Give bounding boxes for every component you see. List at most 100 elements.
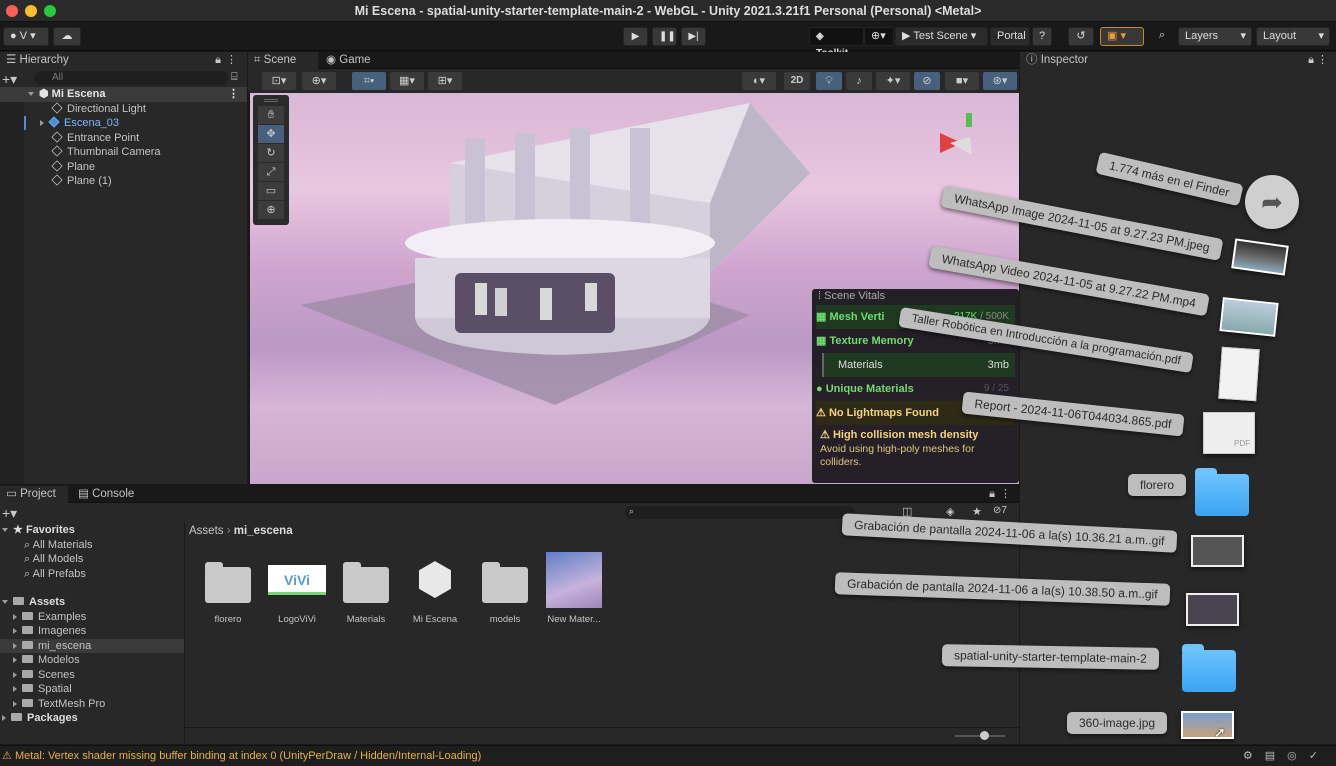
panorama-thumbnail[interactable] bbox=[1181, 711, 1234, 739]
tree-favorite-item[interactable]: ⌕ All Prefabs bbox=[0, 567, 184, 582]
grid-snap-dropdown[interactable]: ⌗▾ bbox=[352, 72, 386, 90]
video-thumbnail[interactable] bbox=[1219, 297, 1279, 337]
expand-icon[interactable] bbox=[13, 642, 17, 649]
breadcrumb-current[interactable]: mi_escena bbox=[234, 525, 293, 537]
favorite-icon[interactable]: ★ bbox=[972, 505, 982, 518]
breadcrumb-root[interactable]: Assets bbox=[189, 525, 224, 537]
create-asset-button[interactable]: +▾ bbox=[2, 505, 17, 522]
transform-tool-icon[interactable]: ⊕ bbox=[258, 201, 284, 219]
play-button[interactable]: ▶ bbox=[623, 27, 648, 46]
scale-tool-icon[interactable]: ⤢ bbox=[258, 163, 284, 181]
folder-icon[interactable] bbox=[1195, 468, 1249, 516]
label-filter-icon[interactable]: ◈ bbox=[946, 505, 954, 518]
folder-icon[interactable] bbox=[1182, 644, 1236, 692]
tree-folder[interactable]: Scenes bbox=[0, 668, 184, 683]
check-icon[interactable]: ✓ bbox=[1309, 750, 1330, 762]
tree-favorite-item[interactable]: ⌕ All Models bbox=[0, 552, 184, 567]
expand-icon[interactable] bbox=[2, 600, 8, 604]
hand-tool-icon[interactable]: ✋︎ bbox=[258, 106, 284, 124]
gizmos-dropdown[interactable]: ⊛▾ bbox=[983, 72, 1017, 90]
pause-button[interactable]: ❚❚ bbox=[652, 27, 677, 46]
asset-item[interactable]: Materials bbox=[336, 552, 396, 625]
stack-item-label[interactable]: 360-image.jpg bbox=[1067, 712, 1168, 734]
rotate-tool-icon[interactable]: ↻ bbox=[258, 144, 284, 162]
lock-icon[interactable]: 🔒︎ bbox=[1308, 54, 1314, 67]
rect-tool-icon[interactable]: ▭ bbox=[258, 182, 284, 200]
tree-folder[interactable]: Examples bbox=[0, 610, 184, 625]
tree-folder[interactable]: Modelos bbox=[0, 653, 184, 668]
tree-favorite-item[interactable]: ⌕ All Materials bbox=[0, 538, 184, 553]
tree-favorites[interactable]: ★ Favorites bbox=[0, 523, 184, 538]
expand-icon[interactable] bbox=[13, 628, 17, 634]
pdf-thumbnail[interactable] bbox=[1218, 346, 1260, 402]
hierarchy-item[interactable]: Entrance Point bbox=[0, 130, 247, 146]
expand-icon[interactable] bbox=[13, 657, 17, 663]
render-pivot-dropdown[interactable]: ⊕▾ bbox=[302, 72, 336, 90]
account-dropdown[interactable]: ● V ▾ bbox=[3, 27, 49, 46]
lock-icon[interactable]: 🔒︎ bbox=[989, 488, 995, 501]
tab-inspector[interactable]: ⓘ Inspector bbox=[1020, 52, 1336, 69]
expand-icon[interactable] bbox=[13, 613, 17, 620]
tab-console[interactable]: ▤ Console bbox=[72, 486, 142, 503]
tree-packages[interactable]: Packages bbox=[0, 711, 184, 726]
tree-folder-selected[interactable]: mi_escena bbox=[0, 638, 184, 653]
tab-project[interactable]: ▭ Project bbox=[0, 486, 68, 503]
portal-button[interactable]: Portal bbox=[990, 27, 1030, 46]
lock-icon[interactable]: 🔒︎ bbox=[215, 54, 221, 67]
increment-snap-dropdown[interactable]: ⊞▾ bbox=[428, 72, 462, 90]
tree-folder[interactable]: Imagenes bbox=[0, 624, 184, 639]
drag-handle[interactable] bbox=[264, 99, 278, 102]
pdf-thumbnail[interactable]: PDF bbox=[1203, 412, 1255, 454]
add-object-button[interactable]: +▾ bbox=[2, 71, 17, 88]
asset-item[interactable]: New Mater... bbox=[544, 552, 604, 625]
camera-dropdown[interactable]: ■▾ bbox=[945, 72, 979, 90]
expand-icon[interactable] bbox=[13, 700, 17, 707]
mode-2d-button[interactable]: 2D bbox=[784, 72, 810, 90]
expand-icon[interactable] bbox=[13, 671, 17, 678]
layers-dropdown[interactable]: Layers ▾ bbox=[1178, 27, 1252, 46]
tab-hierarchy[interactable]: ☰ Hierarchy bbox=[0, 52, 247, 69]
tree-assets[interactable]: Assets bbox=[0, 595, 184, 610]
tab-game[interactable]: ◉ Game bbox=[320, 52, 380, 69]
grid-dropdown[interactable]: ▦▾ bbox=[390, 72, 424, 90]
open-finder-button[interactable]: ➦ bbox=[1245, 175, 1299, 229]
globe-dropdown[interactable]: ⊕▾ bbox=[864, 27, 894, 46]
gif-thumbnail[interactable] bbox=[1186, 593, 1239, 626]
history-button[interactable]: ↺ bbox=[1068, 27, 1094, 46]
zoom-slider-handle[interactable] bbox=[980, 731, 989, 740]
hierarchy-scene-row[interactable]: ⬢ Mi Escena ⋮ bbox=[0, 87, 247, 102]
hierarchy-item[interactable]: Plane bbox=[0, 159, 247, 175]
lighting-toggle[interactable]: 💡︎ bbox=[816, 72, 842, 90]
help-button[interactable]: ? bbox=[1032, 27, 1052, 46]
asset-item[interactable]: florero bbox=[198, 552, 258, 625]
test-scene-button[interactable]: ▶ Test Scene ▾ bbox=[895, 27, 988, 46]
stack-item-label[interactable]: spatial-unity-starter-template-main-2 bbox=[941, 644, 1159, 670]
hierarchy-item[interactable]: Escena_03 bbox=[0, 116, 247, 131]
expand-icon[interactable] bbox=[13, 686, 17, 692]
scene-viewport[interactable]: ✋︎ ✥ ↻ ⤢ ▭ ⊕ ⁞ Scene Vitals ▦ Mesh Verti… bbox=[250, 93, 1019, 484]
project-search-input[interactable]: ⌕ bbox=[625, 506, 855, 519]
shading-dropdown[interactable]: ◐▾ bbox=[742, 72, 776, 90]
tree-folder[interactable]: TextMesh Pro bbox=[0, 697, 184, 712]
hierarchy-item[interactable]: Plane (1) bbox=[0, 174, 247, 189]
asset-item[interactable]: ViVi LogoViVi bbox=[267, 552, 327, 625]
effects-dropdown[interactable]: ✦▾ bbox=[876, 72, 910, 90]
more-menu-icon[interactable]: ⋮ bbox=[1317, 53, 1328, 66]
expand-icon[interactable] bbox=[2, 715, 6, 721]
more-menu-icon[interactable]: ⋮ bbox=[1000, 487, 1011, 500]
cloud-button[interactable]: ☁ bbox=[53, 27, 81, 46]
scene-menu-icon[interactable]: ⋮ bbox=[228, 87, 239, 102]
gif-thumbnail[interactable] bbox=[1191, 535, 1244, 567]
draw-mode-dropdown[interactable]: ⊡▾ bbox=[262, 72, 296, 90]
search-button[interactable]: ⌕ bbox=[1150, 27, 1174, 46]
asset-item[interactable]: models bbox=[475, 552, 535, 625]
status-bar[interactable]: ⚠ Metal: Vertex shader missing buffer bi… bbox=[0, 745, 1336, 766]
stack-item-label[interactable]: florero bbox=[1128, 474, 1187, 496]
hidden-objects-toggle[interactable]: ⊘ bbox=[914, 72, 940, 90]
package-dropdown[interactable]: ▣ ▾ bbox=[1100, 27, 1144, 46]
cache-icon[interactable]: ▤ bbox=[1265, 750, 1287, 762]
audio-toggle[interactable]: ♪ bbox=[846, 72, 872, 90]
hierarchy-item[interactable]: Thumbnail Camera bbox=[0, 145, 247, 160]
hierarchy-item[interactable]: Directional Light bbox=[0, 101, 247, 117]
tab-scene[interactable]: ⌗ Scene bbox=[248, 52, 318, 69]
